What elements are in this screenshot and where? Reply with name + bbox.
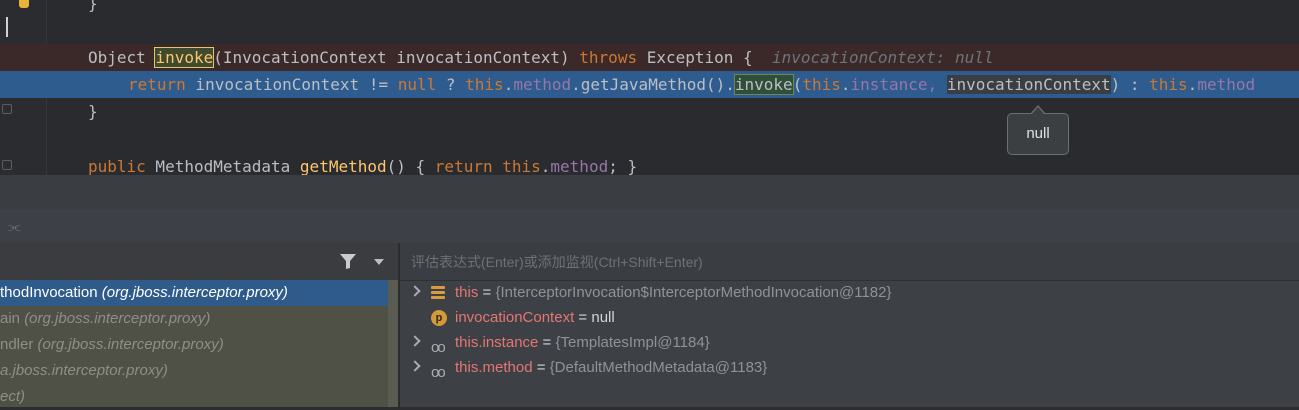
code-line-breakpoint[interactable]: Object invoke(InvocationContext invocati… xyxy=(0,44,1299,71)
frame-item[interactable]: a.jboss.interceptor.proxy) xyxy=(0,358,388,384)
variable-row[interactable]: oo this.method = {DefaultMethodMetadata@… xyxy=(400,355,1299,381)
variable-value: null xyxy=(591,309,615,326)
editor-bottom-area xyxy=(0,175,1299,209)
debug-toolbar: ⫘ xyxy=(0,209,1299,243)
inline-debug-hint: invocationContext: null xyxy=(771,48,994,67)
highlighted-invoke: invoke xyxy=(733,74,794,95)
evaluate-expression-input[interactable]: 评估表达式(Enter)或添加监视(Ctrl+Shift+Enter) xyxy=(400,243,1299,281)
variable-row[interactable]: this = {InterceptorInvocation$Intercepto… xyxy=(400,280,1299,305)
variable-name: this xyxy=(455,284,479,301)
code-text: } xyxy=(88,0,98,13)
filter-icon[interactable] xyxy=(339,253,357,270)
variable-name: invocationContext xyxy=(455,309,575,326)
chevron-down-icon[interactable] xyxy=(374,259,384,265)
variable-name: this.method xyxy=(455,359,533,376)
frames-header xyxy=(0,243,398,281)
text-caret xyxy=(6,17,8,37)
variable-value: {InterceptorInvocation$InterceptorMethod… xyxy=(495,284,892,301)
code-text: public MethodMetadata getMethod() { retu… xyxy=(88,157,638,175)
expand-chevron-icon[interactable] xyxy=(409,335,421,347)
watch-glasses-icon: oo xyxy=(431,364,446,381)
code-text: Object invoke(InvocationContext invocati… xyxy=(88,47,994,68)
code-text: return invocationContext != null ? this.… xyxy=(128,74,1256,95)
variables-panel: 评估表达式(Enter)或添加监视(Ctrl+Shift+Enter) this… xyxy=(399,243,1299,407)
value-tooltip: null xyxy=(1007,105,1069,155)
variable-row[interactable]: p invocationContext = null xyxy=(400,305,1299,330)
code-line[interactable]: } xyxy=(0,98,1299,125)
code-text: } xyxy=(88,102,98,121)
evaluate-placeholder: 评估表达式(Enter)或添加监视(Ctrl+Shift+Enter) xyxy=(411,254,703,270)
variable-name: this.instance xyxy=(455,334,539,351)
frame-item[interactable]: ndler (org.jboss.interceptor.proxy) xyxy=(0,332,388,358)
field-stack-icon xyxy=(431,286,445,300)
parameter-icon: p xyxy=(431,310,447,326)
hovered-argument: invocationContext xyxy=(946,75,1111,94)
variable-row[interactable]: oo this.instance = {TemplatesImpl@1184} xyxy=(400,330,1299,356)
code-editor[interactable]: } Object invoke(InvocationContext invoca… xyxy=(0,0,1299,175)
code-line[interactable]: public MethodMetadata getMethod() { retu… xyxy=(0,153,1299,175)
frame-item[interactable]: ain (org.jboss.interceptor.proxy) xyxy=(0,306,388,332)
expand-chevron-icon[interactable] xyxy=(409,285,421,297)
expand-chevron-icon[interactable] xyxy=(409,360,421,372)
code-line-current-execution[interactable]: return invocationContext != null ? this.… xyxy=(0,71,1299,98)
variable-value: {DefaultMethodMetadata@1183} xyxy=(549,359,768,376)
layout-settings-icon[interactable]: ⫘ xyxy=(8,218,21,235)
variable-value: {TemplatesImpl@1184} xyxy=(555,334,710,351)
frames-scrollbar[interactable] xyxy=(388,280,398,407)
frame-item[interactable]: ect) xyxy=(0,384,388,410)
frames-panel: thodInvocation (org.jboss.interceptor.pr… xyxy=(0,243,398,407)
code-line[interactable]: } xyxy=(0,0,1299,17)
method-name-invoke: invoke xyxy=(154,47,215,68)
frame-item[interactable]: thodInvocation (org.jboss.interceptor.pr… xyxy=(0,280,388,306)
